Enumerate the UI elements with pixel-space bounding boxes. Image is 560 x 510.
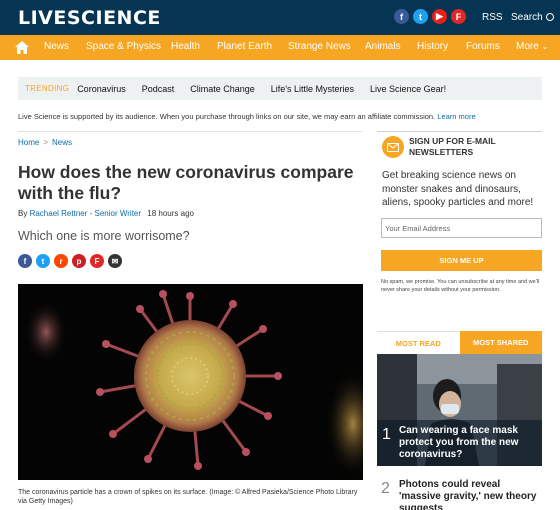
- site-logo[interactable]: LIVESCIENCE: [18, 7, 161, 29]
- youtube-icon[interactable]: ▶: [432, 9, 447, 24]
- logo-live-text: LIVE: [18, 7, 67, 29]
- envelope-icon: [382, 136, 404, 158]
- social-links: f t ▶ F: [394, 9, 466, 24]
- home-icon[interactable]: [15, 41, 29, 54]
- popular-rank-1: 1: [382, 426, 391, 443]
- search-label: Search: [511, 12, 543, 23]
- rss-link[interactable]: RSS: [482, 12, 503, 23]
- nav-item-more[interactable]: More ⌄: [516, 41, 548, 52]
- chevron-down-icon: ⌄: [541, 42, 549, 51]
- breadcrumb-home[interactable]: Home: [18, 138, 39, 147]
- share-bar: f t r p F ✉: [18, 254, 122, 268]
- nav-item-planet-earth[interactable]: Planet Earth: [217, 41, 272, 52]
- top-bar: LIVESCIENCE f t ▶ F RSS Search: [0, 0, 560, 35]
- popular-title-1: Can wearing a face mask protect you from…: [399, 425, 519, 460]
- trending-item-coronavirus[interactable]: Coronavirus: [77, 84, 126, 94]
- popular-item-1[interactable]: 1 Can wearing a face mask protect you fr…: [377, 354, 542, 466]
- twitter-icon[interactable]: t: [36, 254, 50, 268]
- article-title: How does the new coronavirus compare wit…: [18, 162, 354, 203]
- nav-item-animals[interactable]: Animals: [365, 41, 401, 52]
- nav-item-strange-news[interactable]: Strange News: [288, 41, 351, 52]
- nav-item-history[interactable]: History: [417, 41, 448, 52]
- newsletter-text: Get breaking science news on monster sna…: [382, 170, 534, 208]
- breadcrumb: Home > News: [18, 138, 72, 147]
- flipboard-icon[interactable]: F: [90, 254, 104, 268]
- facebook-icon[interactable]: f: [394, 9, 409, 24]
- search-button[interactable]: Search: [511, 12, 554, 23]
- breadcrumb-separator: >: [43, 138, 49, 147]
- tab-most-shared[interactable]: MOST SHARED: [459, 331, 542, 354]
- email-icon[interactable]: ✉: [108, 254, 122, 268]
- newsletter-title: SIGN UP FOR E-MAIL NEWSLETTERS: [409, 136, 496, 157]
- image-caption: The coronavirus particle has a crown of …: [18, 489, 358, 505]
- main-nav: News Space & Physics Health Planet Earth…: [0, 35, 560, 60]
- divider: [18, 131, 362, 132]
- trending-item-climate-change[interactable]: Climate Change: [190, 84, 255, 94]
- facebook-icon[interactable]: f: [18, 254, 32, 268]
- publish-time: 18 hours ago: [147, 209, 194, 218]
- author-link[interactable]: Rachael Rettner - Senior Writer: [30, 209, 141, 218]
- reddit-icon[interactable]: r: [54, 254, 68, 268]
- trending-item-live-science-gear[interactable]: Live Science Gear!: [370, 84, 446, 94]
- logo-science-text: SCIENCE: [66, 7, 161, 29]
- byline-prefix: By: [18, 209, 28, 218]
- sign-up-button[interactable]: SIGN ME UP: [381, 250, 542, 271]
- trending-bar: TRENDING Coronavirus Podcast Climate Cha…: [18, 77, 542, 100]
- search-icon: [545, 13, 554, 21]
- popular-rank-2: 2: [381, 480, 390, 497]
- nav-item-space-physics[interactable]: Space & Physics: [86, 41, 161, 52]
- nav-more-label: More: [516, 41, 539, 52]
- trending-item-lifes-little-mysteries[interactable]: Life's Little Mysteries: [271, 84, 354, 94]
- tab-most-read[interactable]: MOST READ: [377, 331, 460, 354]
- hero-image: [18, 284, 363, 480]
- learn-more-link[interactable]: Learn more: [437, 112, 475, 121]
- affiliate-text: Live Science is supported by its audienc…: [18, 112, 436, 121]
- nav-item-health[interactable]: Health: [171, 41, 200, 52]
- article-byline: By Rachael Rettner - Senior Writer 18 ho…: [18, 209, 194, 218]
- pinterest-icon[interactable]: p: [72, 254, 86, 268]
- trending-label: TRENDING: [25, 84, 70, 93]
- trending-item-podcast[interactable]: Podcast: [142, 84, 175, 94]
- twitter-icon[interactable]: t: [413, 9, 428, 24]
- nav-item-news[interactable]: News: [44, 41, 69, 52]
- article-subtitle: Which one is more worrisome?: [18, 229, 190, 243]
- affiliate-notice: Live Science is supported by its audienc…: [18, 112, 476, 121]
- flipboard-icon[interactable]: F: [451, 9, 466, 24]
- popular-tabs: MOST READ MOST SHARED: [377, 331, 542, 354]
- nav-item-forums[interactable]: Forums: [466, 41, 500, 52]
- virus-illustration: [18, 284, 363, 480]
- popular-title-2[interactable]: Photons could reveal 'massive gravity,' …: [399, 479, 544, 510]
- sidebar-divider: [377, 131, 542, 132]
- email-field[interactable]: Your Email Address: [381, 218, 542, 238]
- newsletter-disclaimer: No spam, we promise. You can unsubscribe…: [381, 279, 540, 293]
- breadcrumb-news[interactable]: News: [52, 138, 72, 147]
